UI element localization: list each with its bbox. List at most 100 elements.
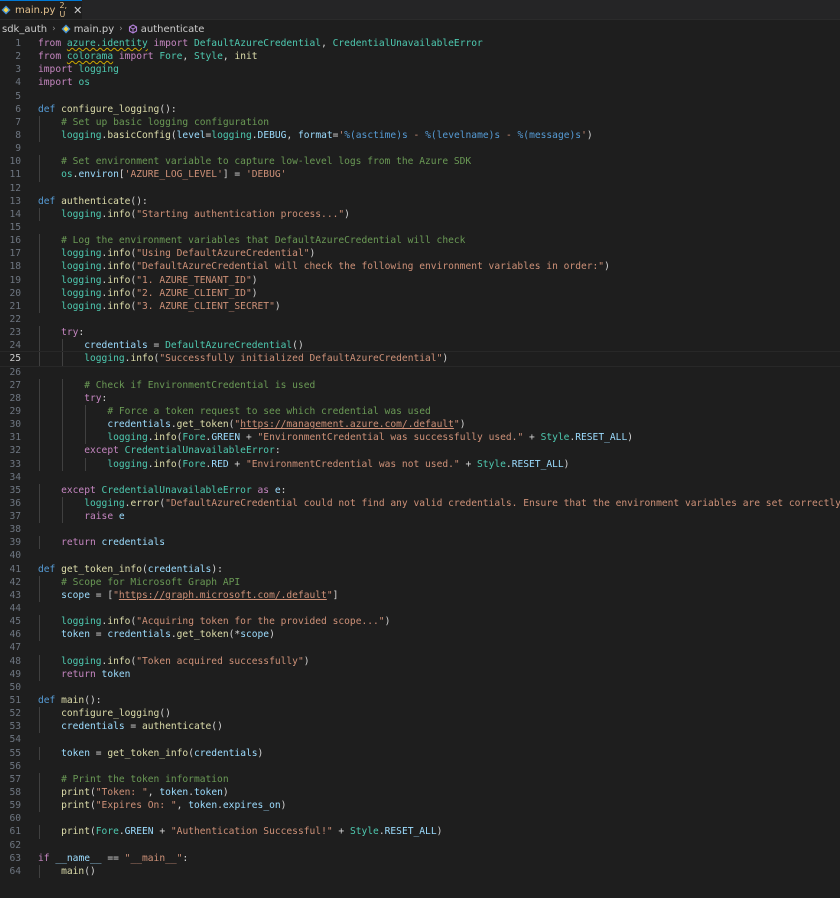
line-number: 11 bbox=[9, 169, 21, 181]
code-text: logging.info(Fore.RED + "EnvironmentCred… bbox=[107, 458, 570, 470]
code-text: # Print the token information bbox=[61, 773, 229, 785]
line-number: 60 bbox=[9, 813, 21, 825]
line-number: 27 bbox=[9, 379, 21, 391]
line-number: 46 bbox=[9, 629, 21, 641]
line-number: 50 bbox=[9, 681, 21, 693]
code-line[interactable]: 61 print(Fore.GREEN + "Authentication Su… bbox=[0, 825, 840, 839]
code-line[interactable]: 25 logging.info("Successfully initialize… bbox=[0, 351, 840, 367]
code-line[interactable]: 9 bbox=[0, 142, 840, 155]
code-line[interactable]: 43 scope = ["https://graph.microsoft.com… bbox=[0, 588, 840, 603]
code-editor[interactable]: 1 from azure.identity import DefaultAzure… bbox=[0, 37, 840, 898]
close-icon[interactable]: ✕ bbox=[73, 4, 82, 17]
tab-status: 2, U bbox=[59, 1, 68, 19]
code-line[interactable]: 17 logging.info("Using DefaultAzureCrede… bbox=[0, 247, 840, 261]
code-text: scope = ["https://graph.microsoft.com/.d… bbox=[61, 589, 339, 601]
line-number: 29 bbox=[9, 405, 21, 417]
code-line[interactable]: 30 credentials.get_token("https://manage… bbox=[0, 418, 840, 432]
code-line[interactable]: 56 bbox=[0, 760, 840, 773]
code-text: main() bbox=[61, 865, 96, 877]
code-line[interactable]: 32 except CredentialUnavailableError: bbox=[0, 444, 840, 458]
code-line[interactable]: 24 credentials = DefaultAzureCredential(… bbox=[0, 339, 840, 353]
code-text: logging.info("Acquiring token for the pr… bbox=[61, 616, 391, 628]
tab-main-py[interactable]: main.py 2, U ✕ bbox=[0, 0, 82, 19]
code-text: # Check if EnvironmentCredential is used bbox=[84, 379, 316, 391]
code-line[interactable]: 7 # Set up basic logging configuration bbox=[0, 115, 840, 129]
breadcrumb-symbol[interactable]: authenticate bbox=[141, 24, 205, 35]
line-number: 26 bbox=[9, 366, 21, 378]
code-line[interactable]: 52 configure_logging() bbox=[0, 707, 840, 721]
code-line[interactable]: 2 from colorama import Fore, Style, init bbox=[0, 50, 840, 63]
code-line[interactable]: 63 if __name__ == "__main__": bbox=[0, 852, 840, 865]
code-line[interactable]: 5 bbox=[0, 90, 840, 103]
code-line[interactable]: 6 def configure_logging(): bbox=[0, 103, 840, 116]
code-line[interactable]: 33 logging.info(Fore.RED + "EnvironmentC… bbox=[0, 457, 840, 471]
code-text: print(Fore.GREEN + "Authentication Succe… bbox=[61, 826, 443, 838]
code-line[interactable]: 20 logging.info("2. AZURE_CLIENT_ID") bbox=[0, 286, 840, 300]
code-line[interactable]: 1 from azure.identity import DefaultAzure… bbox=[0, 37, 840, 50]
code-line[interactable]: 15 bbox=[0, 221, 840, 234]
code-line[interactable]: 8 logging.basicConfig(level=logging.DEBU… bbox=[0, 128, 840, 143]
code-line[interactable]: 51 def main(): bbox=[0, 694, 840, 707]
line-number: 48 bbox=[9, 655, 21, 667]
code-line[interactable]: 54 bbox=[0, 733, 840, 746]
code-text: print("Token: ", token.token) bbox=[61, 787, 229, 799]
code-line[interactable]: 4 import os bbox=[0, 76, 840, 89]
code-text: raise e bbox=[84, 511, 125, 523]
line-number: 44 bbox=[9, 603, 21, 615]
line-number: 42 bbox=[9, 576, 21, 588]
code-line[interactable]: 13 def authenticate(): bbox=[0, 195, 840, 208]
code-line[interactable]: 62 bbox=[0, 839, 840, 852]
code-line[interactable]: 26 bbox=[0, 366, 840, 379]
code-line[interactable]: 40 bbox=[0, 549, 840, 562]
code-line[interactable]: 41 def get_token_info(credentials): bbox=[0, 563, 840, 576]
code-text: from azure.identity import DefaultAzureC… bbox=[38, 38, 483, 49]
code-line[interactable]: 58 print("Token: ", token.token) bbox=[0, 786, 840, 800]
code-text: configure_logging() bbox=[61, 708, 171, 720]
code-line[interactable]: 19 logging.info("1. AZURE_TENANT_ID") bbox=[0, 273, 840, 287]
code-line[interactable]: 38 bbox=[0, 523, 840, 536]
code-line[interactable]: 14 logging.info("Starting authentication… bbox=[0, 207, 840, 221]
tab-bar: main.py 2, U ✕ bbox=[0, 0, 840, 20]
code-line[interactable]: 31 logging.info(Fore.GREEN + "Environmen… bbox=[0, 431, 840, 445]
code-line[interactable]: 36 logging.error("DefaultAzureCredential… bbox=[0, 496, 840, 511]
line-number: 25 bbox=[9, 353, 21, 365]
breadcrumb-folder[interactable]: sdk_auth bbox=[2, 24, 47, 35]
code-line[interactable]: 60 bbox=[0, 812, 840, 825]
line-number: 35 bbox=[9, 484, 21, 496]
code-line[interactable]: 11 os.environ['AZURE_LOG_LEVEL'] = 'DEBU… bbox=[0, 168, 840, 182]
code-line[interactable]: 23 try: bbox=[0, 326, 840, 340]
code-line[interactable]: 16 # Log the environment variables that … bbox=[0, 234, 840, 248]
code-line[interactable]: 27 # Check if EnvironmentCredential is u… bbox=[0, 378, 840, 392]
code-line[interactable]: 64 main() bbox=[0, 864, 840, 878]
line-number: 31 bbox=[9, 432, 21, 444]
code-line[interactable]: 57 # Print the token information bbox=[0, 772, 840, 787]
breadcrumb-file[interactable]: main.py bbox=[74, 24, 114, 35]
code-line[interactable]: 22 bbox=[0, 313, 840, 326]
code-line[interactable]: 21 logging.info("3. AZURE_CLIENT_SECRET"… bbox=[0, 299, 840, 313]
code-line[interactable]: 45 logging.info("Acquiring token for the… bbox=[0, 615, 840, 629]
code-line[interactable]: 44 bbox=[0, 602, 840, 615]
code-line[interactable]: 18 logging.info("DefaultAzureCredential … bbox=[0, 260, 840, 274]
code-line[interactable]: 3 import logging bbox=[0, 63, 840, 76]
code-text: return token bbox=[61, 668, 131, 680]
code-line[interactable]: 12 bbox=[0, 182, 840, 195]
code-line[interactable]: 39 return credentials bbox=[0, 536, 840, 550]
code-line[interactable]: 42 # Scope for Microsoft Graph API bbox=[0, 575, 840, 589]
code-line[interactable]: 35 except CredentialUnavailableError as … bbox=[0, 483, 840, 497]
code-text: token = get_token_info(credentials) bbox=[61, 747, 264, 759]
code-line[interactable]: 47 bbox=[0, 641, 840, 654]
code-line[interactable]: 59 print("Expires On: ", token.expires_o… bbox=[0, 799, 840, 813]
code-line[interactable]: 48 logging.info("Token acquired successf… bbox=[0, 654, 840, 668]
code-line[interactable]: 49 return token bbox=[0, 667, 840, 681]
code-line[interactable]: 34 bbox=[0, 471, 840, 484]
code-line[interactable]: 10 # Set environment variable to capture… bbox=[0, 155, 840, 169]
code-line[interactable]: 53 credentials = authenticate() bbox=[0, 720, 840, 734]
code-line[interactable]: 55 token = get_token_info(credentials) bbox=[0, 746, 840, 760]
code-line[interactable]: 50 bbox=[0, 681, 840, 694]
line-number: 63 bbox=[9, 852, 21, 864]
code-line[interactable]: 28 try: bbox=[0, 391, 840, 405]
code-line[interactable]: 46 token = credentials.get_token(*scope) bbox=[0, 628, 840, 642]
code-line[interactable]: 37 raise e bbox=[0, 510, 840, 524]
code-line[interactable]: 29 # Force a token request to see which … bbox=[0, 404, 840, 419]
code-text: try: bbox=[84, 392, 108, 404]
